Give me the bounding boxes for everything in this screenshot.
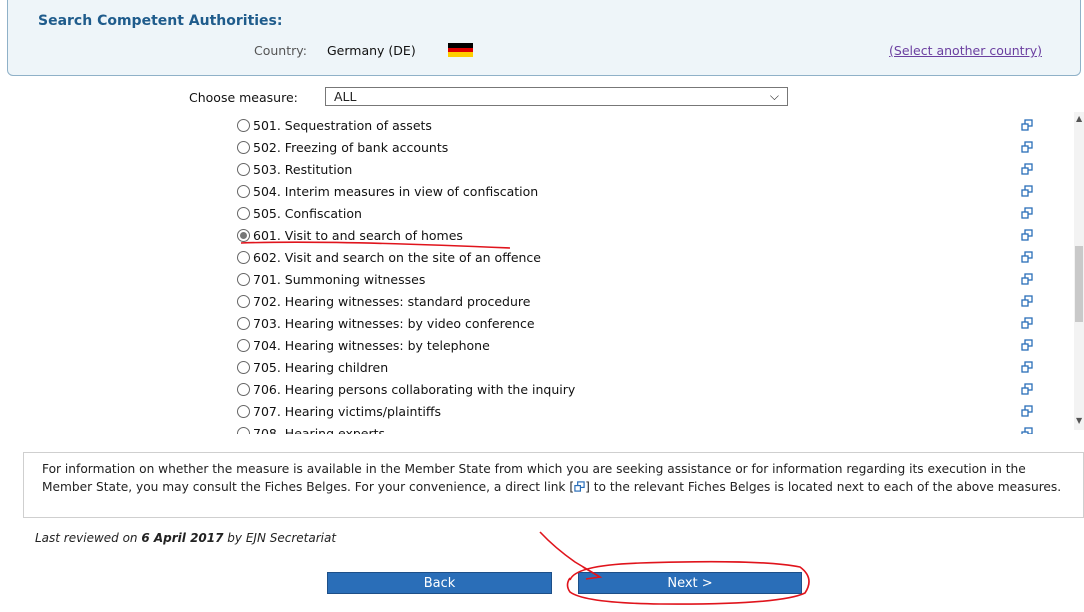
germany-flag-icon <box>448 43 473 57</box>
fiches-belges-link-icon[interactable] <box>1021 119 1033 131</box>
measure-row[interactable]: 505. Confiscation <box>237 206 362 228</box>
measure-label: 601. Visit to and search of homes <box>253 228 463 243</box>
info-text-after: ] to the relevant Fiches Belges is locat… <box>585 479 1062 494</box>
measure-radio[interactable] <box>237 339 250 352</box>
country-label: Country: <box>254 43 307 58</box>
measure-label: 502. Freezing of bank accounts <box>253 140 449 155</box>
fiches-belges-link-icon[interactable] <box>1021 427 1033 434</box>
measure-row[interactable]: 701. Summoning witnesses <box>237 272 425 294</box>
panel-title: Search Competent Authorities: <box>38 13 283 29</box>
measure-row[interactable]: 702. Hearing witnesses: standard procedu… <box>237 294 530 316</box>
next-button[interactable]: Next > <box>578 572 802 594</box>
fiches-belges-link-icon[interactable] <box>1021 317 1033 329</box>
measure-label: 503. Restitution <box>253 162 353 177</box>
fiches-belges-link-icon[interactable] <box>1021 295 1033 307</box>
fiches-belges-link-icon[interactable] <box>1021 229 1033 241</box>
measure-select[interactable]: ALL ⌵ <box>325 87 788 106</box>
fiches-belges-link-icon[interactable] <box>1021 163 1033 175</box>
fiches-belges-link-icon[interactable] <box>1021 251 1033 263</box>
measure-radio[interactable] <box>237 119 250 132</box>
country-value: Germany (DE) <box>327 43 416 58</box>
measure-row[interactable]: 707. Hearing victims/plaintiffs <box>237 404 441 426</box>
measure-row[interactable]: 704. Hearing witnesses: by telephone <box>237 338 490 360</box>
measure-select-value: ALL <box>334 89 357 104</box>
fiches-belges-link-icon[interactable] <box>1021 361 1033 373</box>
measure-row[interactable]: 703. Hearing witnesses: by video confere… <box>237 316 535 338</box>
fiches-belges-link-icon[interactable] <box>1021 405 1033 417</box>
measure-label: 704. Hearing witnesses: by telephone <box>253 338 490 353</box>
measure-radio[interactable] <box>237 317 250 330</box>
measure-radio[interactable] <box>237 251 250 264</box>
measure-label: 501. Sequestration of assets <box>253 118 432 133</box>
scroll-down-arrow-icon[interactable]: ▼ <box>1076 416 1082 425</box>
measure-radio[interactable] <box>237 361 250 374</box>
measure-radio[interactable] <box>237 295 250 308</box>
measure-row[interactable]: 708. Hearing experts <box>237 426 385 434</box>
list-scrollbar[interactable]: ▲ ▼ <box>1074 112 1084 430</box>
measure-row[interactable]: 601. Visit to and search of homes <box>237 228 463 250</box>
measure-label: 708. Hearing experts <box>253 426 386 434</box>
measure-radio[interactable] <box>237 207 250 220</box>
scroll-up-arrow-icon[interactable]: ▲ <box>1076 114 1082 123</box>
reviewed-date: 6 April 2017 <box>141 531 224 545</box>
measure-row[interactable]: 504. Interim measures in view of confisc… <box>237 184 538 206</box>
last-reviewed: Last reviewed on 6 April 2017 by EJN Sec… <box>35 531 336 545</box>
measure-radio[interactable] <box>237 141 250 154</box>
back-button[interactable]: Back <box>327 572 552 594</box>
measures-list: 501. Sequestration of assets 502. Freezin… <box>0 112 1084 434</box>
scroll-thumb[interactable] <box>1075 246 1083 322</box>
measure-label: 505. Confiscation <box>253 206 362 221</box>
measure-radio[interactable] <box>237 427 250 434</box>
external-link-icon <box>574 480 585 492</box>
measure-label: 602. Visit and search on the site of an … <box>253 250 541 265</box>
fiches-belges-link-icon[interactable] <box>1021 141 1033 153</box>
measure-row[interactable]: 501. Sequestration of assets <box>237 118 432 140</box>
measure-label: 703. Hearing witnesses: by video confere… <box>253 316 535 331</box>
fiches-belges-link-icon[interactable] <box>1021 383 1033 395</box>
measure-radio[interactable] <box>237 163 250 176</box>
arrow-annotation <box>539 531 601 578</box>
chevron-down-icon: ⌵ <box>769 89 779 103</box>
measure-radio[interactable] <box>237 185 250 198</box>
measure-row[interactable]: 706. Hearing persons collaborating with … <box>237 382 575 404</box>
measure-radio[interactable] <box>237 383 250 396</box>
fiches-belges-link-icon[interactable] <box>1021 185 1033 197</box>
measure-radio[interactable] <box>237 405 250 418</box>
measure-row[interactable]: 602. Visit and search on the site of an … <box>237 250 541 272</box>
measure-label: 706. Hearing persons collaborating with … <box>253 382 576 397</box>
measure-label: 504. Interim measures in view of confisc… <box>253 184 539 199</box>
measure-row[interactable]: 503. Restitution <box>237 162 352 184</box>
measure-row[interactable]: 502. Freezing of bank accounts <box>237 140 448 162</box>
fiches-belges-link-icon[interactable] <box>1021 207 1033 219</box>
select-another-country-link[interactable]: (Select another country) <box>889 43 1042 58</box>
measure-label: 705. Hearing children <box>253 360 389 375</box>
measure-label: 701. Summoning witnesses <box>253 272 426 287</box>
info-box: For information on whether the measure i… <box>23 452 1084 518</box>
measure-label: 702. Hearing witnesses: standard procedu… <box>253 294 531 309</box>
search-authorities-panel: Search Competent Authorities: Country: G… <box>7 0 1081 76</box>
reviewed-suffix: by EJN Secretariat <box>223 531 337 545</box>
fiches-belges-link-icon[interactable] <box>1021 339 1033 351</box>
choose-measure-label: Choose measure: <box>189 90 298 105</box>
measure-row[interactable]: 705. Hearing children <box>237 360 388 382</box>
measure-radio[interactable] <box>237 273 250 286</box>
measure-radio[interactable] <box>237 229 250 242</box>
measure-label: 707. Hearing victims/plaintiffs <box>253 404 441 419</box>
reviewed-prefix: Last reviewed on <box>35 531 142 545</box>
fiches-belges-link-icon[interactable] <box>1021 273 1033 285</box>
